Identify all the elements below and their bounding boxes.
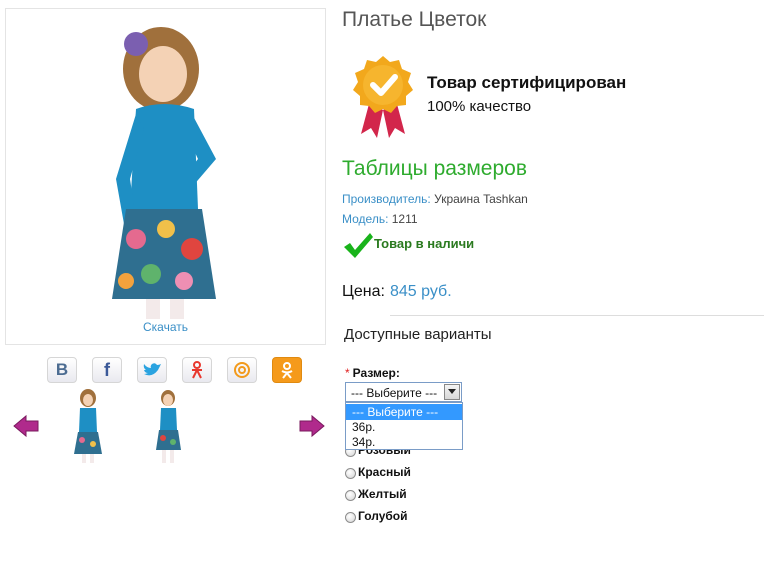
product-title: Платье Цветок: [342, 8, 487, 31]
thumbnail-1[interactable]: [66, 388, 110, 464]
size-select-value: --- Выберите ---: [351, 386, 438, 400]
odnoklassniki-icon[interactable]: [182, 357, 212, 383]
social-share-bar: B f: [47, 357, 307, 383]
certificate-title: Товар сертифицирован: [427, 73, 627, 92]
size-option[interactable]: 34р.: [346, 434, 462, 450]
color-option-label: Красный: [358, 465, 411, 479]
product-photo-girl-dress: [112, 27, 216, 319]
price-label: Цена:: [342, 283, 385, 300]
checkmark-icon: [344, 233, 373, 258]
certificate-badge-icon: [353, 56, 413, 138]
download-link[interactable]: Скачать: [6, 320, 325, 334]
stock-status: Товар в наличи: [374, 236, 475, 251]
size-dropdown-list: --- Выберите --- 36р. 34р.: [345, 402, 463, 450]
divider: [390, 315, 764, 316]
model-value: 1211: [391, 212, 418, 226]
mail-ru-icon[interactable]: [227, 357, 257, 383]
price-value: 845 руб.: [390, 283, 452, 300]
certificate-subtitle: 100% качество: [427, 98, 532, 115]
size-label-text: Размер:: [352, 366, 400, 380]
required-mark: *: [345, 366, 350, 380]
manufacturer-label[interactable]: Производитель:: [342, 192, 431, 206]
twitter-icon[interactable]: [137, 357, 167, 383]
size-option[interactable]: --- Выберите ---: [346, 404, 462, 420]
size-field-label: * Размер:: [345, 366, 400, 380]
radio-button[interactable]: [345, 468, 356, 479]
thumbnail-2[interactable]: [148, 388, 192, 464]
color-option-label: Желтый: [358, 487, 407, 501]
size-select[interactable]: --- Выберите ---: [345, 382, 462, 402]
thumbnail-carousel: [10, 388, 330, 468]
manufacturer-row: Производитель: Украина Tashkan: [342, 192, 528, 206]
size-option[interactable]: 36р.: [346, 419, 462, 435]
chevron-down-icon[interactable]: [444, 384, 460, 400]
radio-button[interactable]: [345, 490, 356, 501]
size-table-link[interactable]: Таблицы размеров: [342, 157, 527, 181]
radio-button[interactable]: [345, 512, 356, 523]
vk-icon[interactable]: B: [47, 357, 77, 383]
color-option-label: Голубой: [358, 509, 408, 523]
facebook-icon[interactable]: f: [92, 357, 122, 383]
ok-icon[interactable]: [272, 357, 302, 383]
model-row: Модель: 1211: [342, 212, 418, 226]
variants-title: Доступные варианты: [344, 326, 492, 343]
arrow-left-icon[interactable]: [12, 414, 40, 438]
model-label: Модель:: [342, 212, 389, 226]
manufacturer-value: Украина Tashkan: [434, 192, 528, 206]
arrow-right-icon[interactable]: [298, 414, 326, 438]
main-product-image[interactable]: Скачать: [5, 8, 326, 345]
